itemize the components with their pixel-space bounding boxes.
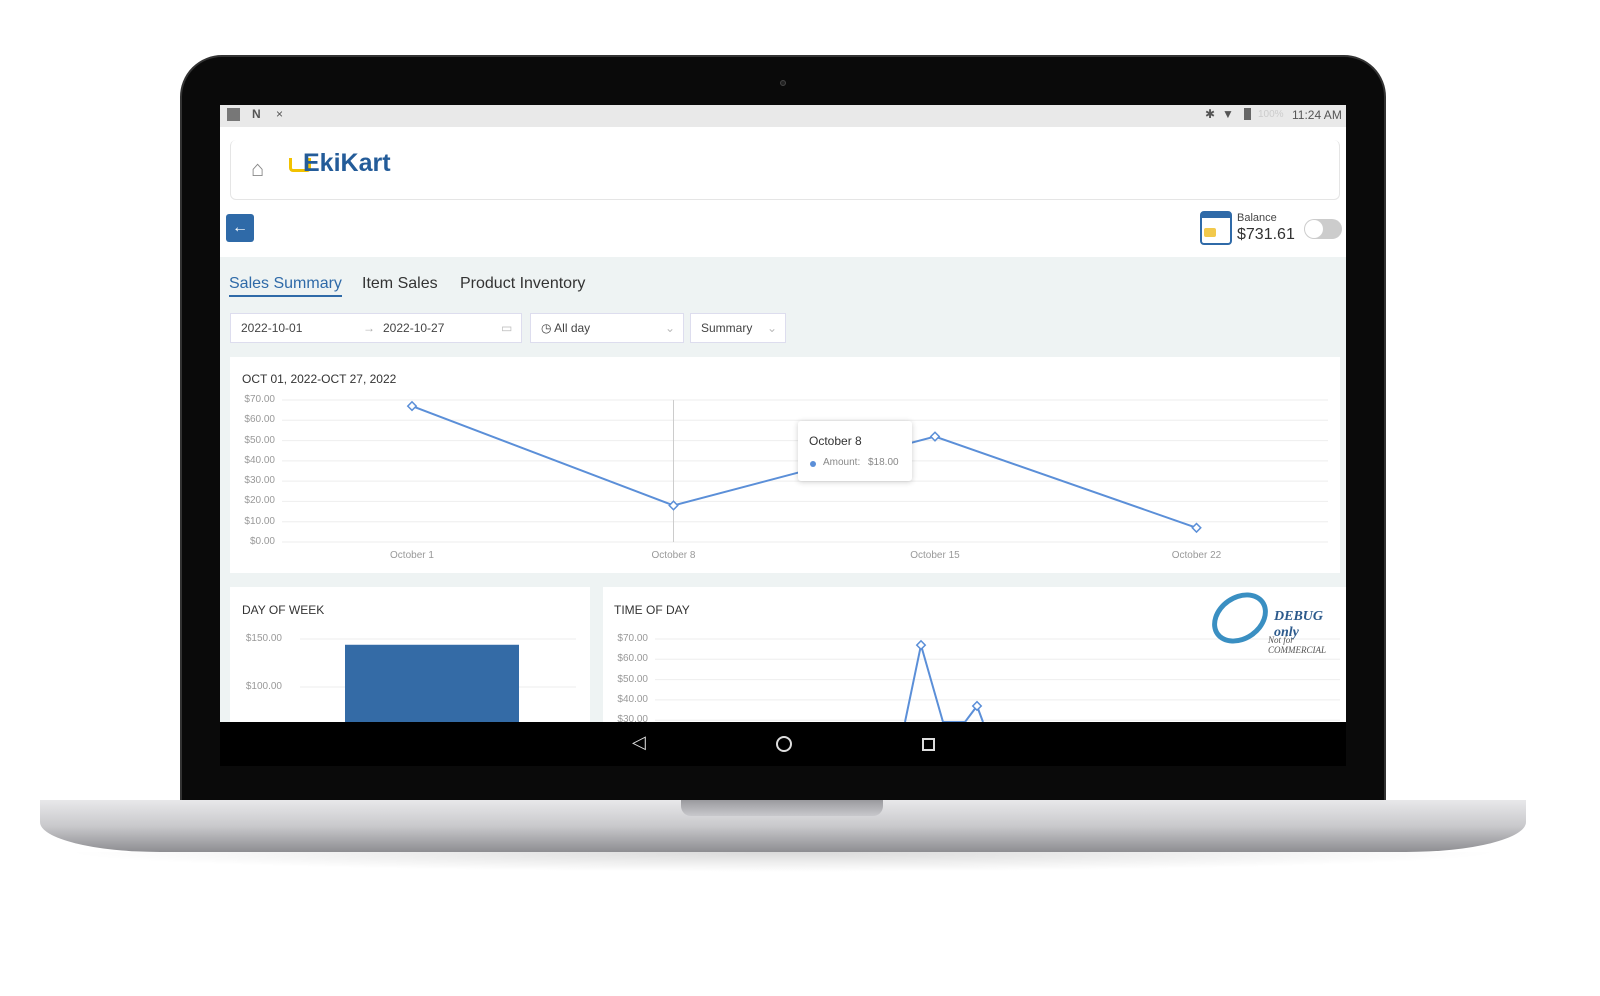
x-tick-label: October 22 (1171, 550, 1222, 561)
y-tick-label: $60.00 (617, 653, 648, 665)
y-tick-label: $100.00 (245, 681, 282, 692)
series-dot (810, 461, 816, 467)
y-tick-label: $40.00 (617, 693, 648, 705)
y-tick-label: $10.00 (244, 515, 275, 527)
tooltip-label: Amount: (823, 457, 861, 468)
y-tick-label: $50.00 (617, 673, 648, 685)
camera (780, 80, 786, 86)
data-point (668, 500, 679, 511)
data-point (929, 431, 941, 442)
y-tick-label: $150.00 (245, 633, 282, 644)
y-tick-label: $20.00 (244, 495, 275, 507)
data-point (406, 400, 418, 412)
x-tick-label: October 15 (910, 550, 960, 561)
data-point (915, 639, 927, 651)
watermark-subtext: Not for COMMERCIAL (1268, 635, 1326, 655)
tooltip-value: $18.00 (868, 457, 899, 468)
debug-watermark: DEBUG only Not for COMMERCIAL (1202, 581, 1346, 655)
back-nav-icon[interactable]: ◁ (632, 732, 646, 753)
recents-nav-icon[interactable] (922, 738, 935, 751)
tooltip-title: October 8 (809, 434, 862, 448)
y-tick-label: $70.00 (617, 633, 648, 644)
y-tick-label: $40.00 (244, 454, 275, 466)
y-tick-label: $0.00 (249, 536, 275, 547)
android-nav-bar: ◁ (220, 722, 1346, 766)
app-screen: N × ✱ ▼ 100% 11:24 AM ⌂ EkiKart ← Balanc… (220, 105, 1346, 722)
day-bar (345, 644, 519, 722)
watermark-logo (1202, 581, 1278, 655)
data-point (1191, 522, 1202, 534)
laptop-shadow (60, 852, 1506, 872)
x-tick-label: October 1 (390, 550, 434, 561)
x-tick-label: October 8 (651, 550, 696, 561)
y-tick-label: $50.00 (244, 434, 275, 446)
y-tick-label: $60.00 (244, 414, 275, 426)
laptop-notch (681, 800, 883, 816)
y-tick-label: $70.00 (244, 394, 275, 405)
home-nav-icon[interactable] (776, 736, 792, 752)
charts-svg (282, 399, 1340, 722)
y-tick-label: $30.00 (244, 475, 275, 487)
y-tick-label: $30.00 (617, 714, 648, 722)
time-line (904, 644, 984, 722)
chart-tooltip: October 8 Amount: $18.00 (798, 421, 912, 481)
